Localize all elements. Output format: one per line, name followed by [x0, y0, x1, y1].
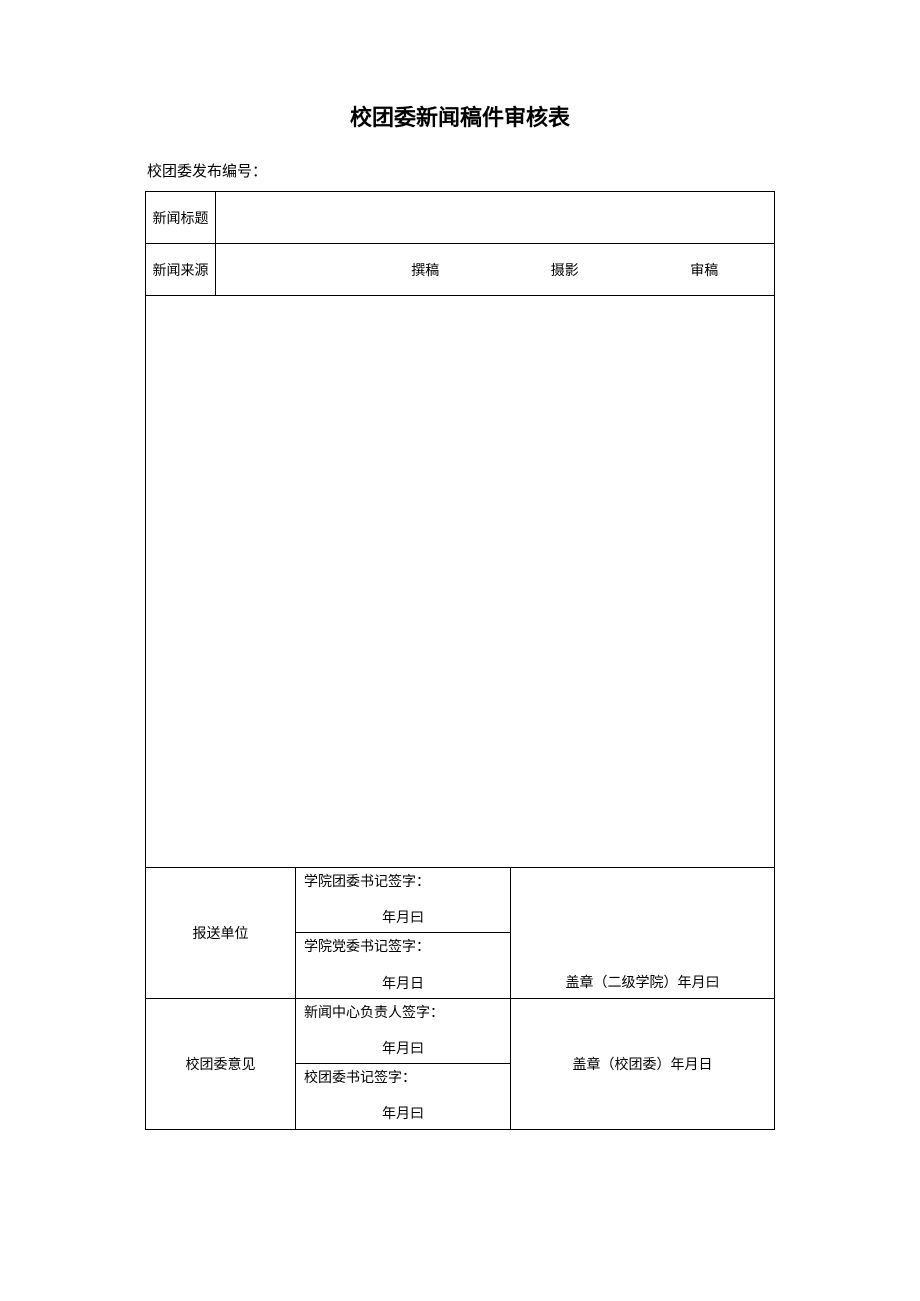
- row-body: [146, 296, 775, 868]
- news-source-fields: 撰稿 摄影 审稿: [216, 244, 775, 296]
- row-submit-unit-1: 报送单位 学院团委书记签字： 年月曰 盖章（二级学院）年月曰: [146, 868, 775, 933]
- college-party-sign-cell: 学院党委书记签字： 年月日: [296, 933, 511, 998]
- news-source-label: 新闻来源: [146, 244, 216, 296]
- news-title-label: 新闻标题: [146, 192, 216, 244]
- row-opinion-1: 校团委意见 新闻中心负责人签字： 年月曰 盖章（校团委）年月日: [146, 998, 775, 1063]
- review-label: 审稿: [635, 260, 775, 280]
- submit-unit-label: 报送单位: [146, 868, 296, 999]
- row-source: 新闻来源 撰稿 摄影 审稿: [146, 244, 775, 296]
- writer-label: 撰稿: [356, 260, 496, 280]
- opinion-label: 校团委意见: [146, 998, 296, 1129]
- college-tw-sign-date: 年月曰: [304, 892, 502, 928]
- review-form-table: 新闻标题 新闻来源 撰稿 摄影 审稿 报送单位 学院团委书记签字： 年月曰: [145, 191, 775, 1130]
- news-center-sign-cell: 新闻中心负责人签字： 年月曰: [296, 998, 511, 1063]
- news-title-value: [216, 192, 775, 244]
- school-tw-sign-date: 年月曰: [304, 1088, 502, 1124]
- page-title: 校团委新闻稿件审核表: [145, 100, 775, 132]
- row-title: 新闻标题: [146, 192, 775, 244]
- college-tw-sign-label: 学院团委书记签字：: [304, 874, 502, 892]
- college-party-sign-label: 学院党委书记签字：: [304, 939, 502, 957]
- school-tw-sign-label: 校团委书记签字：: [304, 1070, 502, 1088]
- college-party-sign-date: 年月日: [304, 958, 502, 994]
- publish-id-label: 校团委发布编号：: [145, 160, 775, 181]
- body-area: [146, 296, 775, 868]
- news-center-sign-label: 新闻中心负责人签字：: [304, 1005, 502, 1023]
- school-tw-sign-cell: 校团委书记签字： 年月曰: [296, 1064, 511, 1129]
- school-stamp-cell: 盖章（校团委）年月日: [511, 998, 775, 1129]
- college-stamp-text: 盖章（二级学院）年月曰: [566, 976, 720, 991]
- photo-label: 摄影: [495, 260, 635, 280]
- school-stamp-text: 盖章（校团委）年月日: [573, 1058, 713, 1073]
- college-tw-sign-cell: 学院团委书记签字： 年月曰: [296, 868, 511, 933]
- college-stamp-cell: 盖章（二级学院）年月曰: [511, 868, 775, 999]
- writer-blank: [216, 260, 356, 280]
- document-page: 校团委新闻稿件审核表 校团委发布编号： 新闻标题 新闻来源 撰稿 摄影 审稿: [0, 0, 920, 1230]
- source-fields-inner: 撰稿 摄影 审稿: [216, 260, 774, 280]
- news-center-sign-date: 年月曰: [304, 1023, 502, 1059]
